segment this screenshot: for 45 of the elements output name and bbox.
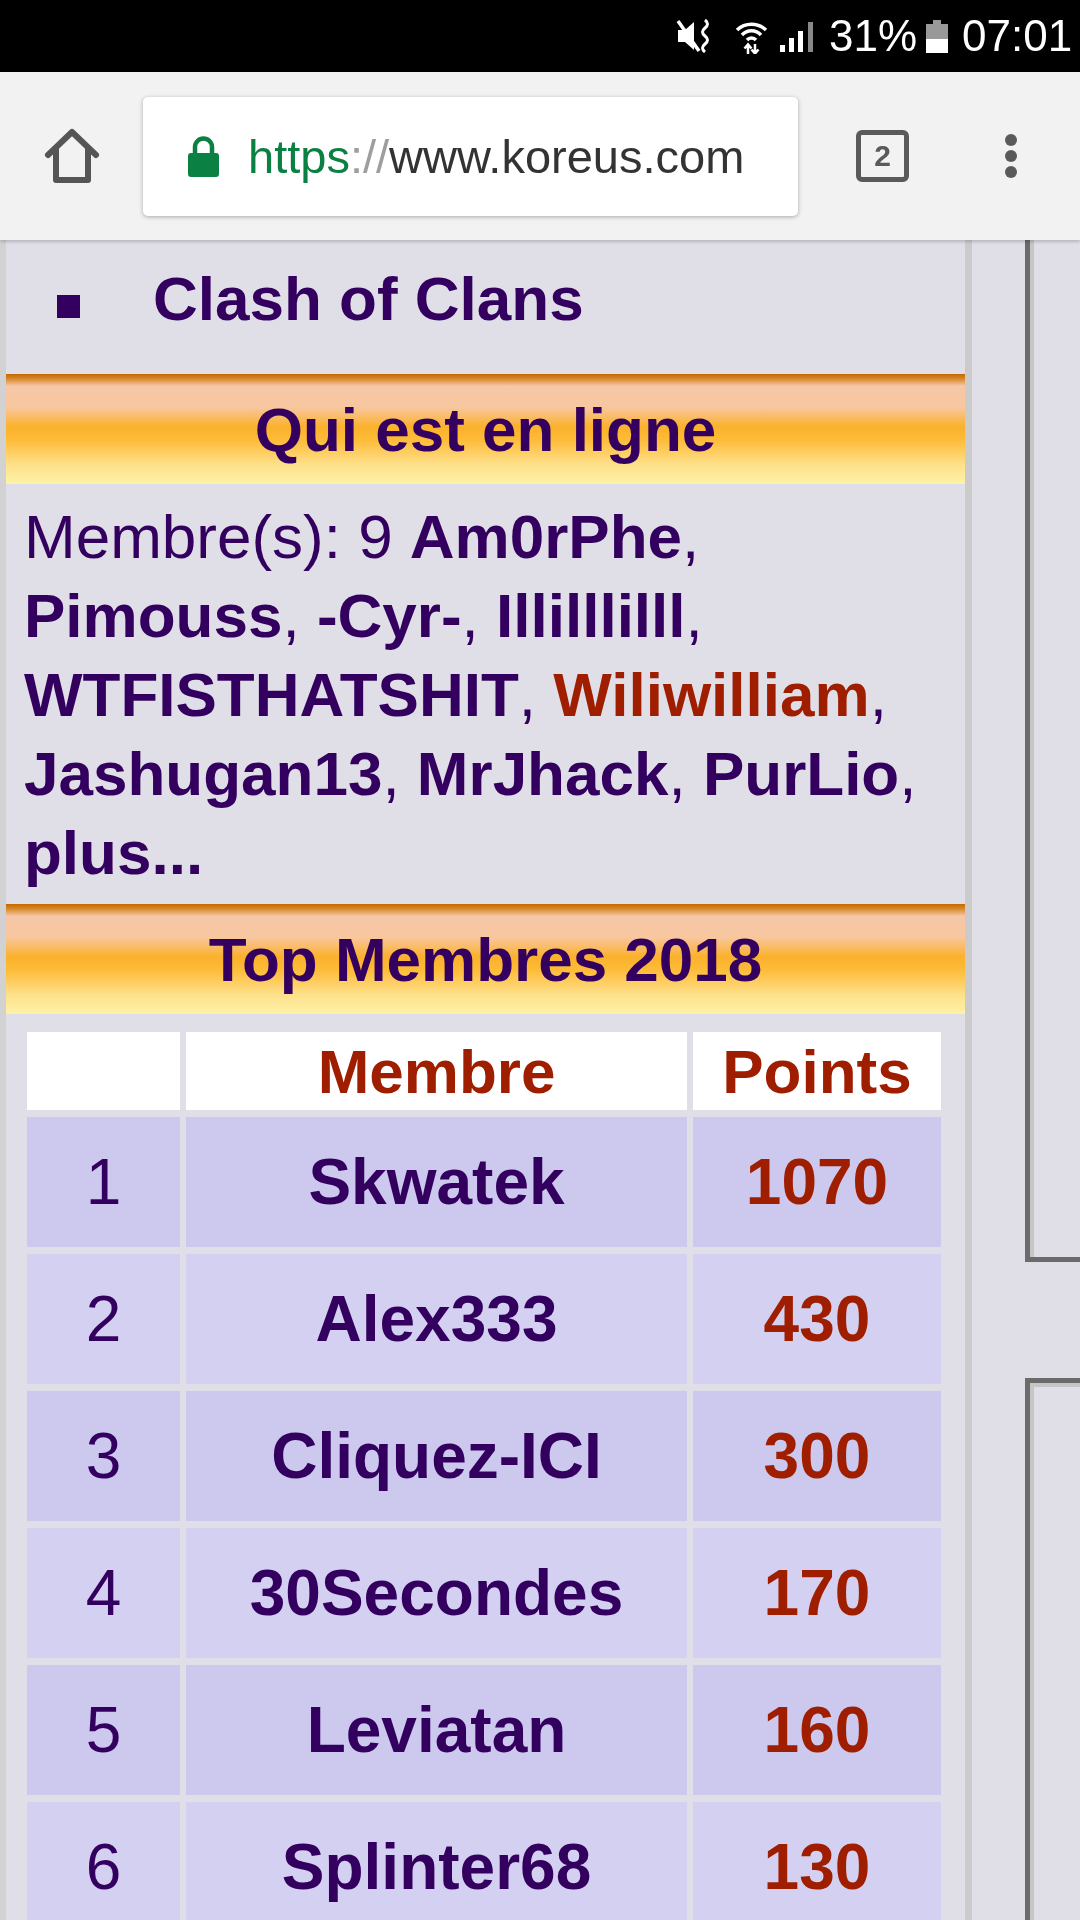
address-bar[interactable]: https://www.koreus.com <box>143 96 798 216</box>
rank-cell: 2 <box>27 1254 180 1384</box>
battery-icon <box>925 19 950 53</box>
points-cell: 170 <box>693 1528 941 1658</box>
points-cell: 1070 <box>693 1117 941 1247</box>
member-cell: Splinter68 <box>186 1802 687 1920</box>
lock-icon <box>187 135 220 177</box>
section-header: Qui est en ligne <box>6 374 965 484</box>
rank-cell: 4 <box>27 1528 180 1658</box>
rank-cell: 3 <box>27 1391 180 1521</box>
points-cell: 300 <box>693 1391 941 1521</box>
member-link[interactable]: Jashugan13 <box>24 739 383 808</box>
member-link[interactable]: Wiliwilliam <box>553 660 870 729</box>
game-link[interactable]: Clash of Clans <box>153 262 584 334</box>
column-header: Points <box>693 1032 941 1110</box>
home-icon[interactable] <box>44 128 100 184</box>
tab-switcher-button[interactable]: 2 <box>856 130 909 182</box>
member-link[interactable]: Pimouss <box>24 581 283 650</box>
member-link[interactable]: Illilllilll <box>496 581 686 650</box>
rank-cell: 1 <box>27 1117 180 1247</box>
member-link[interactable]: Am0rPhe <box>409 502 683 571</box>
more-link[interactable]: plus... <box>24 818 204 887</box>
section-header: Top Membres 2018 <box>6 904 965 1014</box>
url-text: https://www.koreus.com <box>248 128 745 184</box>
member-link[interactable]: -Cyr- <box>316 581 462 650</box>
column-header: Membre <box>186 1032 687 1110</box>
signal-icon <box>780 22 816 52</box>
member-cell: 30Secondes <box>186 1528 687 1658</box>
bullet-icon <box>57 294 80 318</box>
battery-percent: 31% <box>829 14 918 58</box>
member-link[interactable]: WTFISTHATSHIT <box>24 660 519 729</box>
member-cell: Skwatek <box>186 1117 687 1247</box>
member-cell: Alex333 <box>186 1254 687 1384</box>
online-members-text: Membre(s): 9 Am0rPhe, Pimouss, -Cyr-, Illilllilll, WTFISTHATSHIT, Wiliwilliam, Jashugan13, MrJhack, PurLio, plus... <box>23 501 918 889</box>
rank-cell: 5 <box>27 1665 180 1795</box>
menu-icon[interactable] <box>1003 134 1019 178</box>
points-cell: 160 <box>693 1665 941 1795</box>
rank-cell: 6 <box>27 1802 180 1920</box>
member-link[interactable]: MrJhack <box>416 739 669 808</box>
member-cell: Cliquez-ICI <box>186 1391 687 1521</box>
points-cell: 130 <box>693 1802 941 1920</box>
member-cell: Leviatan <box>186 1665 687 1795</box>
clock-time: 07:01 <box>962 14 1073 58</box>
points-cell: 430 <box>693 1254 941 1384</box>
member-link[interactable]: PurLio <box>702 739 900 808</box>
